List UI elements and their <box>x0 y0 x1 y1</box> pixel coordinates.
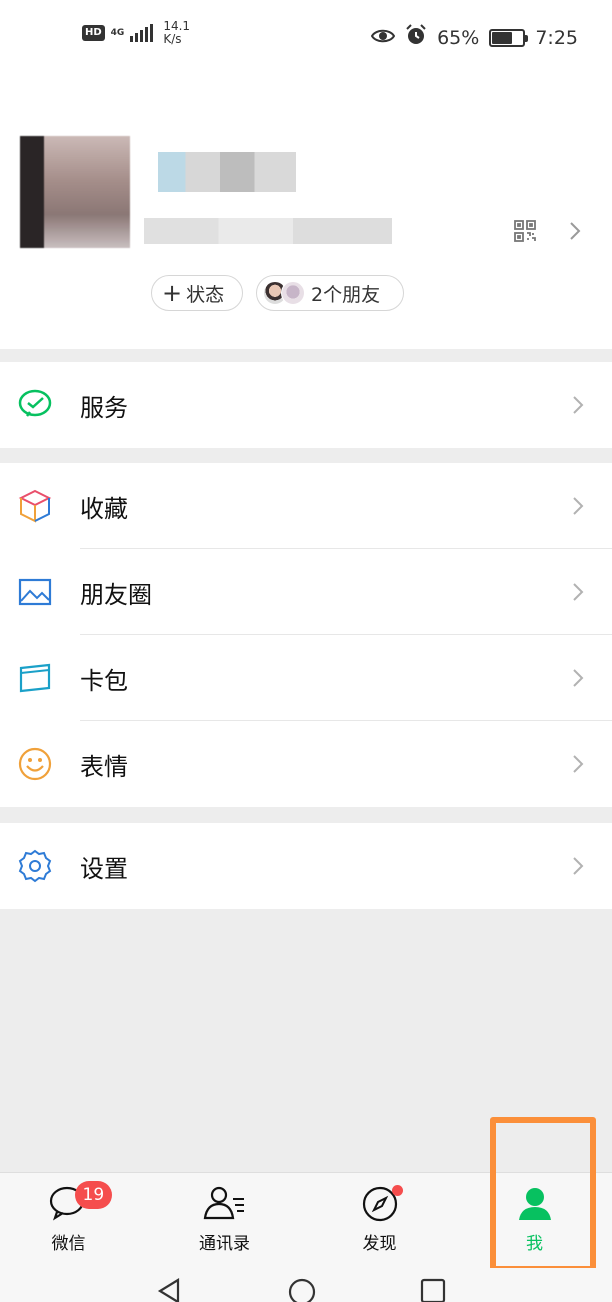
plus-icon: + <box>162 279 183 307</box>
menu-label: 设置 <box>80 854 128 883</box>
menu-label: 表情 <box>80 752 128 781</box>
friends-status-button[interactable]: 2个朋友 <box>256 275 404 311</box>
status-bar: HD 4G 14.1 K/s 65% 7:25 <box>0 0 612 72</box>
menu-group-services: 服务 <box>0 362 612 448</box>
friend-avatar <box>281 281 305 305</box>
menu-item-services[interactable]: 服务 <box>0 362 612 448</box>
network-type: 4G <box>110 27 125 38</box>
back-icon[interactable] <box>156 1278 182 1302</box>
profile-chevron-icon <box>568 220 582 246</box>
tab-chats[interactable]: 19 微信 <box>0 1173 145 1269</box>
chat-bubble-icon: 19 <box>49 1181 113 1225</box>
new-content-dot <box>391 1185 403 1196</box>
network-speed-value: 14.1 <box>163 19 191 33</box>
compass-icon <box>361 1185 403 1225</box>
qr-code-icon[interactable] <box>514 220 536 246</box>
signal-icon <box>130 24 154 42</box>
card-icon <box>18 661 52 695</box>
tab-label: 微信 <box>51 1234 86 1254</box>
chevron-right-icon <box>572 668 584 692</box>
profile-header[interactable]: + 状态 2个朋友 <box>0 72 612 349</box>
tab-label: 发现 <box>362 1234 397 1254</box>
status-label: 状态 <box>186 283 225 306</box>
wechat-me-page: HD 4G 14.1 K/s 65% 7:25 + 状态 2个朋友 服务 收藏 … <box>0 0 612 1302</box>
wechat-pay-icon <box>18 388 52 422</box>
menu-label: 朋友圈 <box>80 580 152 609</box>
menu-item-cards[interactable]: 卡包 <box>0 635 612 721</box>
chevron-right-icon <box>572 582 584 606</box>
chevron-right-icon <box>572 496 584 520</box>
menu-label: 服务 <box>80 393 128 422</box>
chevron-right-icon <box>572 856 584 880</box>
avatar[interactable] <box>20 136 130 248</box>
status-left: HD 4G 14.1 K/s <box>82 20 190 46</box>
tab-label: 通讯录 <box>199 1234 250 1254</box>
friends-label: 2个朋友 <box>311 283 381 306</box>
tab-label: 我 <box>526 1234 543 1254</box>
picture-icon <box>18 575 52 609</box>
chevron-right-icon <box>572 754 584 778</box>
contacts-icon <box>203 1185 247 1225</box>
add-status-button[interactable]: + 状态 <box>151 275 243 311</box>
hd-badge: HD <box>82 25 105 41</box>
clock: 7:25 <box>535 26 578 49</box>
cube-icon <box>18 489 52 523</box>
tab-discover[interactable]: 发现 <box>303 1173 456 1269</box>
bottom-tab-bar: 19 微信 通讯录 发现 我 <box>0 1172 612 1268</box>
menu-item-favorites[interactable]: 收藏 <box>0 463 612 549</box>
menu-item-stickers[interactable]: 表情 <box>0 721 612 807</box>
wechat-id-blurred <box>144 218 392 244</box>
system-nav-bar <box>0 1268 612 1302</box>
battery-fill <box>492 31 512 44</box>
alarm-icon <box>405 24 427 51</box>
chevron-right-icon <box>572 395 584 419</box>
network-speed-unit: K/s <box>163 32 182 46</box>
menu-label: 卡包 <box>80 666 128 695</box>
recents-icon[interactable] <box>420 1278 446 1302</box>
status-right: 65% 7:25 <box>370 24 578 51</box>
tab-contacts[interactable]: 通讯录 <box>148 1173 301 1269</box>
menu-label: 收藏 <box>80 494 128 523</box>
battery-percent: 65% <box>437 26 480 49</box>
menu-group-main: 收藏 朋友圈 卡包 表情 <box>0 463 612 807</box>
menu-group-settings: 设置 <box>0 823 612 909</box>
menu-item-moments[interactable]: 朋友圈 <box>0 549 612 635</box>
eye-icon <box>370 27 396 49</box>
unread-badge: 19 <box>74 1181 113 1209</box>
person-icon <box>516 1185 554 1225</box>
menu-item-settings[interactable]: 设置 <box>0 823 612 909</box>
home-icon[interactable] <box>288 1278 316 1302</box>
battery-icon <box>489 28 529 47</box>
gear-icon <box>18 849 52 883</box>
network-speed: 14.1 K/s <box>163 20 190 46</box>
tab-me[interactable]: 我 <box>458 1173 611 1269</box>
nickname-blurred <box>158 152 296 192</box>
smiley-icon <box>18 747 52 781</box>
